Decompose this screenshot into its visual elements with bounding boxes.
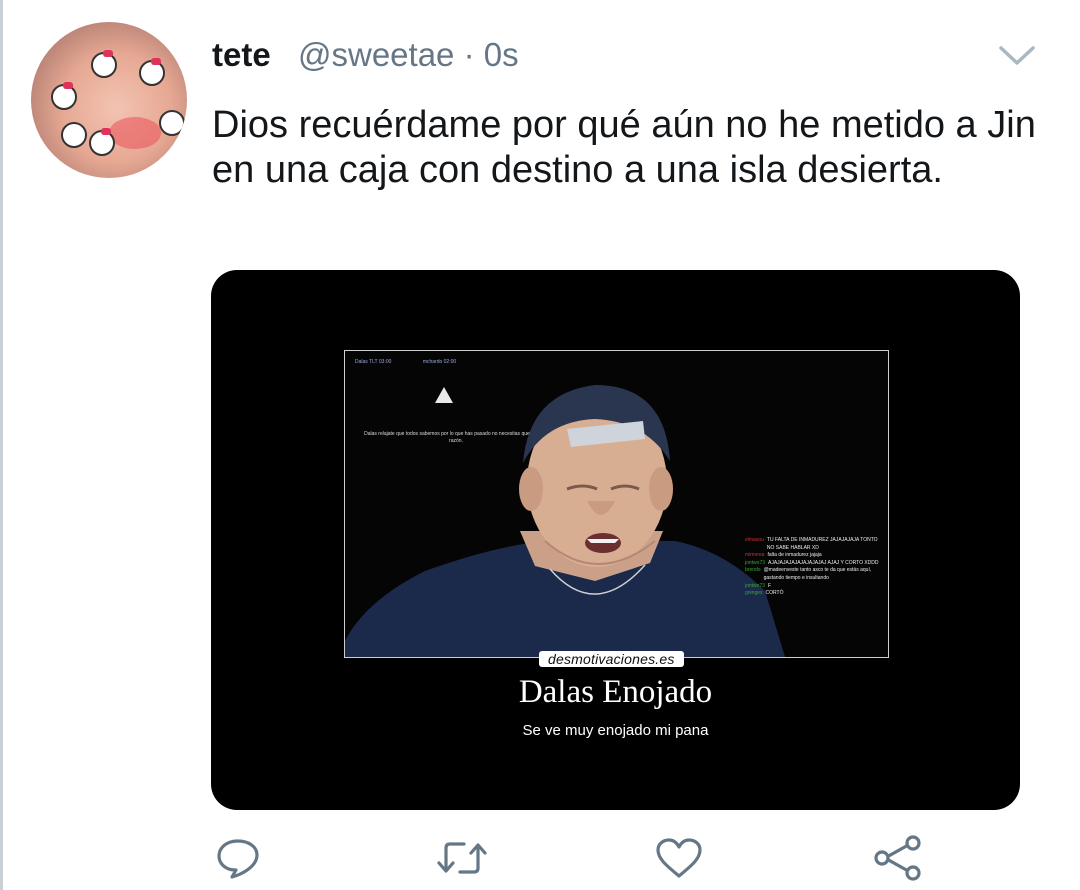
chat-message: CORTÓ [765,590,784,597]
avatar-blush [109,117,161,149]
sticker-bow [103,50,113,57]
streamer-image [345,385,785,657]
chat-user: jontwo73 [745,582,766,589]
live-chat: elmasnu TU FALTA DE INMADUREZ JAJAJAJAJA … [745,537,885,598]
watermark: desmotivaciones.es [539,651,684,667]
chat-row: goinges CORTÓ [745,590,885,598]
avatar[interactable] [31,22,187,178]
chat-row: brendo @madeenveste tanto asco te da que … [745,567,885,582]
sticker [159,110,185,136]
chat-message: AJAJAJAJAJAJAJAJAJAJ AJAJ Y CORTO XDDD [768,559,879,566]
media-title: Dalas Enojado [518,674,713,710]
share-button[interactable] [870,835,926,881]
reply-icon [217,839,259,879]
chat-message: falta de inmadurez jajaja [767,552,822,559]
reply-button[interactable] [210,836,266,880]
tweet-text: Dios recuérdame por qué aún no he metido… [212,104,1036,191]
chat-user: elmasnu [745,537,764,543]
chat-user: brendo [745,567,761,574]
chat-row: jontwo73 AJAJAJAJAJAJAJAJAJAJ AJAJ Y CORT… [745,560,885,568]
retweet-button[interactable] [434,836,490,880]
author-name[interactable]: tete [212,36,271,74]
sticker-bow [151,58,161,65]
author-handle-time[interactable]: @sweetae · 0s [298,36,519,74]
chat-row: elmasnu TU FALTA DE INMADUREZ JAJAJAJAJA … [745,537,885,552]
chevron-down-icon[interactable] [997,40,1037,70]
chat-row: mimorea falta de inmadurez jajaja [745,552,885,560]
chat-message: @madeenveste tanto asco te da que estás … [763,567,872,581]
sticker [61,122,87,148]
chat-message: TU FALTA DE INMADUREZ JAJAJAJAJA TONTO N… [766,537,878,551]
heart-icon [656,838,702,878]
sticker-bow [63,82,73,89]
chat-user: goinges [745,590,763,597]
chat-user: mimorea [745,552,765,559]
tweet-media[interactable]: Dalas TLT 03:00 mchardo 02:00 Dalas rela… [211,270,1020,810]
media-subtitle: Se ve muy enojado mi pana [522,722,709,739]
sticker-bow [101,128,111,135]
like-button[interactable] [651,836,707,880]
share-icon [874,835,921,881]
chat-user: jontwo73 [745,559,766,566]
video-frame: Dalas TLT 03:00 mchardo 02:00 Dalas rela… [344,350,889,658]
left-border [0,0,3,890]
retweet-icon [437,842,487,874]
